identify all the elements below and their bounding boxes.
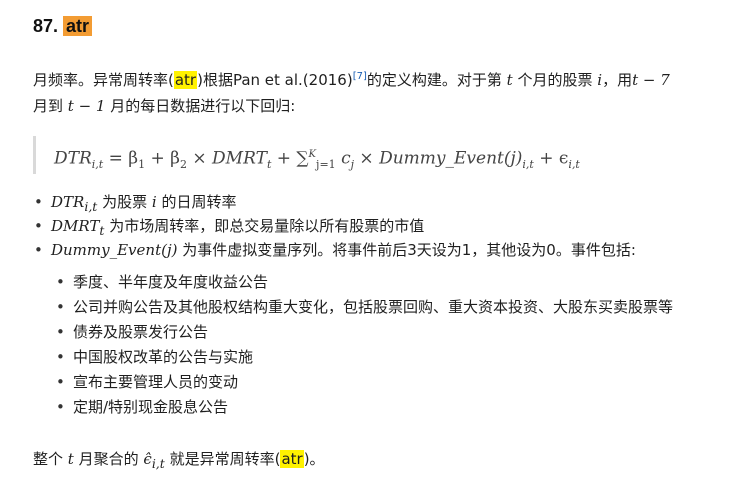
- formula-sub: i,t: [91, 158, 104, 172]
- formula-sub: i,t: [522, 158, 534, 172]
- list-item: 中国股权改革的公告与实施: [55, 345, 725, 370]
- intro-text: 月频率。异常周转率(: [33, 71, 174, 89]
- math-t: t: [67, 450, 74, 468]
- list-item: DTRi,t 为股票 i 的日周转率: [33, 190, 723, 214]
- section-heading: 87. atr: [33, 16, 93, 37]
- math-range-end: t − 1: [67, 97, 106, 115]
- heading-number: 87.: [33, 16, 59, 36]
- intro-keyword: atr: [173, 71, 198, 89]
- intro-text: ，用: [602, 71, 633, 89]
- formula-part: × DMRT: [187, 148, 267, 169]
- list-item: 季度、半年度及年度收益公告: [55, 270, 725, 295]
- formula-part: + ϵ: [533, 148, 569, 169]
- formula-part: c: [335, 148, 351, 169]
- math-sub: i,t: [84, 199, 98, 214]
- list-item: 公司并购公告及其他股权结构重大变化，包括股票回购、重大资本投资、大股东买卖股票等: [55, 295, 725, 320]
- event-list: 季度、半年度及年度收益公告 公司并购公告及其他股权结构重大变化，包括股票回购、重…: [55, 270, 725, 420]
- regression-formula: DTRi,t = β1 + β2 × DMRTt + ∑Kj=1 cj × Du…: [33, 136, 713, 174]
- item-text: 为市场周转率，即总交易量除以所有股票的市值: [104, 217, 425, 235]
- math-term: DMRT: [51, 217, 100, 235]
- formula-sub: i,t: [568, 158, 580, 172]
- final-text: 月聚合的: [78, 450, 139, 468]
- heading-keyword: atr: [63, 16, 93, 36]
- intro-text: 月到: [33, 97, 64, 115]
- list-item: 债券及股票发行公告: [55, 320, 725, 345]
- conclusion-paragraph: 整个 t 月聚合的 ϵ̂i,t 就是异常周转率(atr)。: [33, 448, 325, 471]
- list-item: DMRTt 为市场周转率，即总交易量除以所有股票的市值: [33, 214, 723, 238]
- item-text: 的日周转率: [156, 193, 237, 211]
- formula-sub: j=1: [316, 158, 336, 172]
- formula-part: × Dummy_Event(j): [354, 148, 523, 169]
- final-text: )。: [303, 450, 325, 468]
- item-text: 为事件虚拟变量序列。将事件前后3天设为1，其他设为0。事件包括:: [177, 241, 636, 259]
- final-text: 整个: [33, 450, 64, 468]
- math-range-start: t − 7: [632, 71, 670, 89]
- item-text: 为股票: [97, 193, 152, 211]
- math-t: t: [506, 71, 513, 89]
- math-epsilon-hat: ϵ̂: [143, 450, 152, 468]
- list-item: 定期/特别现金股息公告: [55, 395, 725, 420]
- citation-link[interactable]: [7]: [353, 71, 367, 82]
- list-item: 宣布主要管理人员的变动: [55, 370, 725, 395]
- formula-part: = β: [103, 148, 139, 169]
- math-sub: i,t: [151, 456, 165, 471]
- definition-list: DTRi,t 为股票 i 的日周转率 DMRTt 为市场周转率，即总交易量除以所…: [33, 190, 723, 262]
- intro-text: 的定义构建。对于第: [366, 71, 502, 89]
- intro-text: 月的每日数据进行以下回归:: [110, 97, 296, 115]
- formula-sup: K: [308, 149, 317, 160]
- formula-sum: + ∑: [271, 148, 309, 169]
- math-term: Dummy_Event(j): [51, 241, 178, 259]
- formula-lhs: DTR: [54, 148, 92, 169]
- math-term: DTR: [51, 193, 85, 211]
- intro-text: )根据Pan et al.(2016): [197, 71, 353, 89]
- formula-part: + β: [145, 148, 181, 169]
- list-item: Dummy_Event(j) 为事件虚拟变量序列。将事件前后3天设为1，其他设为…: [33, 238, 723, 262]
- formula-sub: 2: [180, 158, 187, 172]
- intro-paragraph: 月频率。异常周转率(atr)根据Pan et al.(2016)[7]的定义构建…: [33, 64, 723, 119]
- final-text: 就是异常周转率(: [169, 450, 281, 468]
- final-keyword: atr: [280, 450, 304, 468]
- intro-text: 个月的股票: [517, 71, 593, 89]
